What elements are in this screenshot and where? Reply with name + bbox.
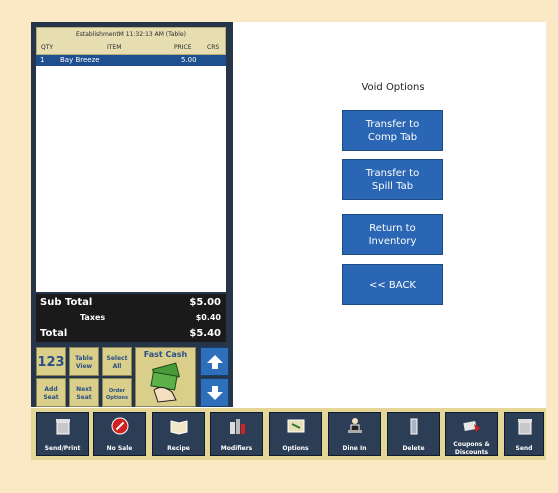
total-label: Total: [40, 328, 68, 339]
send-print-label: Send/Print: [44, 445, 81, 452]
ticket-line-item[interactable]: 1 Bay Breeze 5.00: [36, 55, 226, 66]
order-options-button[interactable]: Order Options: [102, 378, 132, 407]
coupon-icon: [463, 421, 480, 432]
taxes-value: $0.40: [195, 313, 221, 322]
void-options-panel: Void Options Transfer to Comp Tab Transf…: [238, 22, 546, 407]
arrow-up-icon: [207, 355, 223, 369]
total-value: $5.40: [189, 328, 221, 339]
transfer-comp-label-1: Transfer to: [365, 119, 420, 130]
coupons-label-1: Coupons &: [453, 441, 490, 448]
totals-box: Sub Total $5.00 Taxes $0.40 Total $5.40: [36, 294, 226, 342]
scroll-up-button[interactable]: [200, 347, 229, 376]
arrow-down-icon: [207, 386, 223, 400]
ticket-header-line: EstablishmentM 11:32:13 AM (Table): [75, 31, 187, 38]
scroll-down-button[interactable]: [200, 378, 229, 407]
add-seat-button[interactable]: Add Seat: [36, 378, 66, 407]
delete-label: Delete: [402, 445, 425, 452]
numpad-label: 123: [37, 355, 65, 370]
transfer-spill-label-1: Transfer to: [365, 168, 420, 179]
ticket-header: EstablishmentM 11:32:13 AM (Table) QTY I…: [36, 27, 226, 55]
pos-window: EstablishmentM 11:32:13 AM (Table) QTY I…: [31, 22, 546, 460]
options-button[interactable]: Options: [269, 412, 322, 456]
book-icon: [170, 420, 188, 435]
modifiers-button[interactable]: Modifiers: [210, 412, 263, 456]
line-item-name: Bay Breeze: [60, 56, 100, 64]
next-seat-label-2: Seat: [76, 394, 92, 401]
back-button[interactable]: << BACK: [342, 264, 443, 305]
ticket-columns: QTY ITEM PRICE CRS: [37, 44, 225, 53]
transfer-comp-label-2: Comp Tab: [367, 132, 418, 143]
add-seat-label-1: Add: [44, 386, 58, 393]
col-price: PRICE: [174, 44, 192, 51]
options-icon: [287, 419, 305, 433]
back-label: << BACK: [368, 280, 416, 291]
bottles-icon: [230, 419, 245, 434]
dine-in-button[interactable]: Dine In: [328, 412, 381, 456]
next-seat-button[interactable]: Next Seat: [69, 378, 99, 407]
subtotal-label: Sub Total: [40, 297, 93, 308]
select-all-label-2: All: [112, 363, 122, 370]
void-options-title: Void Options: [361, 82, 425, 93]
coupons-label-2: Discounts: [454, 449, 489, 456]
bottom-toolbar: Send/Print No Sale Recipe Modifiers Opti…: [31, 408, 546, 460]
no-sale-label: No Sale: [106, 445, 133, 452]
add-seat-label-2: Seat: [43, 394, 59, 401]
col-item: ITEM: [107, 44, 122, 51]
delete-icon: [410, 418, 418, 435]
return-inventory-label-2: Inventory: [368, 236, 417, 247]
subtotal-value: $5.00: [189, 297, 221, 308]
send-print-button[interactable]: Send/Print: [36, 412, 89, 456]
select-all-button[interactable]: Select All: [102, 347, 132, 376]
return-inventory-label-1: Return to: [369, 223, 416, 234]
coupons-discounts-button[interactable]: Coupons & Discounts: [445, 412, 498, 456]
recipe-label: Recipe: [167, 445, 190, 452]
diner-icon: [348, 418, 362, 433]
options-label: Options: [282, 445, 309, 452]
col-crs: CRS: [207, 44, 220, 51]
cash-hand-icon: [150, 362, 181, 403]
delete-button[interactable]: Delete: [387, 412, 440, 456]
dine-in-label: Dine In: [342, 445, 367, 452]
line-price: 5.00: [181, 56, 197, 64]
numpad-button[interactable]: 123: [36, 347, 66, 376]
return-to-inventory-button[interactable]: Return to Inventory: [342, 214, 443, 255]
modifiers-label: Modifiers: [220, 445, 253, 452]
transfer-spill-label-2: Spill Tab: [371, 181, 414, 192]
no-sale-button[interactable]: No Sale: [93, 412, 146, 456]
ticket-panel: EstablishmentM 11:32:13 AM (Table) QTY I…: [31, 22, 233, 407]
select-all-label-1: Select: [106, 355, 128, 362]
taxes-label: Taxes: [80, 313, 106, 322]
table-view-label-1: Table: [75, 355, 93, 362]
ticket-controls: 123 Table View Select All Add Seat Next …: [31, 344, 233, 407]
next-seat-label-1: Next: [76, 386, 92, 393]
recipe-button[interactable]: Recipe: [152, 412, 205, 456]
table-view-button[interactable]: Table View: [69, 347, 99, 376]
line-qty: 1: [40, 56, 45, 64]
fast-cash-button[interactable]: Fast Cash: [135, 347, 196, 407]
send-label: Send: [515, 445, 533, 452]
table-view-label-2: View: [75, 363, 93, 370]
transfer-to-spill-tab-button[interactable]: Transfer to Spill Tab: [342, 159, 443, 200]
trash-can-icon: [56, 419, 70, 435]
transfer-to-comp-tab-button[interactable]: Transfer to Comp Tab: [342, 110, 443, 151]
no-sale-icon: [111, 417, 129, 435]
fast-cash-label: Fast Cash: [143, 350, 188, 359]
trash-can-icon: [518, 419, 532, 435]
col-qty: QTY: [41, 44, 54, 51]
ticket-list-area[interactable]: [36, 66, 226, 292]
send-button[interactable]: Send: [504, 412, 544, 456]
order-options-label-2: Options: [106, 395, 128, 401]
